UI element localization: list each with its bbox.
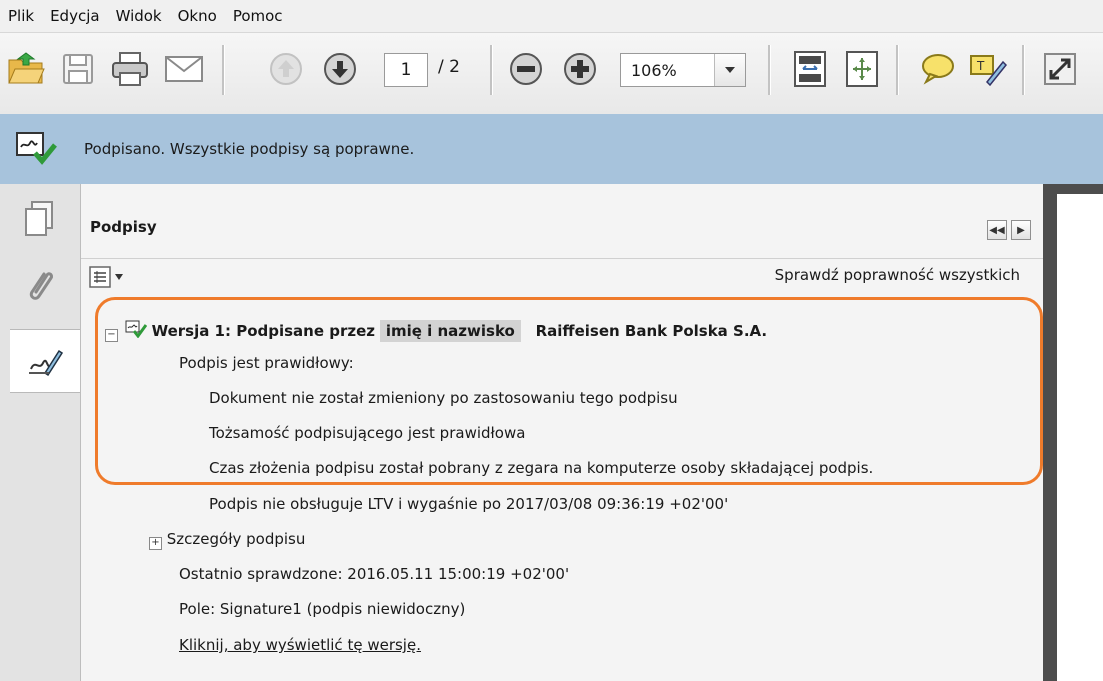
svg-text:T: T: [976, 59, 985, 73]
next-page-icon[interactable]: [318, 47, 362, 91]
expand-toggle[interactable]: +: [149, 537, 162, 550]
page-total: / 2: [438, 57, 460, 77]
menu-bar: Plik Edycja Widok Okno Pomoc: [0, 0, 1103, 32]
panel-collapse-controls: ◀◀ ▶: [987, 220, 1031, 240]
signature-details-row[interactable]: + Szczegóły podpisu: [149, 530, 306, 550]
signer-organization: Raiffeisen Bank Polska S.A.: [535, 322, 768, 340]
print-icon[interactable]: [108, 47, 152, 91]
status-message: Podpisano. Wszystkie podpisy są poprawne…: [84, 140, 415, 158]
signature-field: Pole: Signature1 (podpis niewidoczny): [179, 600, 466, 618]
last-checked: Ostatnio sprawdzone: 2016.05.11 15:00:19…: [179, 565, 570, 583]
menu-view[interactable]: Widok: [108, 7, 170, 25]
zoom-value: 106%: [631, 60, 677, 80]
detail-identity: Tożsamość podpisującego jest prawidłowa: [209, 424, 526, 442]
comment-icon[interactable]: [916, 47, 960, 91]
validity-heading: Podpis jest prawidłowy:: [179, 354, 354, 372]
panel-title: Podpisy: [90, 218, 157, 236]
ltv-note: Podpis nie obsługuje LTV i wygaśnie po 2…: [209, 495, 729, 513]
fit-page-icon[interactable]: [788, 47, 832, 91]
version-label: Wersja 1: Podpisane przez: [151, 322, 376, 340]
save-icon[interactable]: [56, 47, 100, 91]
zoom-out-icon[interactable]: [504, 47, 548, 91]
menu-edit[interactable]: Edycja: [42, 7, 107, 25]
navigation-rail: [0, 184, 81, 681]
panel-options-row: Sprawdź poprawność wszystkich: [81, 258, 1043, 298]
chevron-down-icon[interactable]: [714, 54, 745, 86]
previous-page-icon[interactable]: [264, 47, 308, 91]
verify-all-link[interactable]: Sprawdź poprawność wszystkich: [775, 266, 1020, 284]
menu-help[interactable]: Pomoc: [225, 7, 291, 25]
open-icon[interactable]: [4, 47, 48, 91]
view-version-link[interactable]: Kliknij, aby wyświetlić tę wersję.: [179, 636, 421, 654]
signature-valid-icon: [12, 129, 60, 169]
page-number-input[interactable]: 1: [384, 53, 428, 87]
signatures-panel: Podpisy ◀◀ ▶ Sprawdź poprawność wszystki…: [81, 184, 1043, 681]
detail-timestamp: Czas złożenia podpisu został pobrany z z…: [209, 459, 874, 477]
collapse-left-icon[interactable]: ◀◀: [987, 220, 1007, 240]
signature-version-row[interactable]: − Wersja 1: Podpisane przez imię i nazwi…: [105, 320, 768, 342]
panel-header: Podpisy ◀◀ ▶: [81, 184, 1043, 259]
signature-status-bar: Podpisano. Wszystkie podpisy są poprawne…: [0, 114, 1103, 185]
signature-valid-icon: [125, 320, 147, 339]
toolbar: 1 / 2 106% T: [0, 32, 1103, 116]
attachments-icon[interactable]: [0, 254, 78, 316]
zoom-in-icon[interactable]: [558, 47, 602, 91]
options-menu-button[interactable]: [89, 266, 123, 288]
document-view: [1043, 184, 1103, 681]
signature-details-label: Szczegóły podpisu: [166, 530, 306, 548]
menu-file[interactable]: Plik: [0, 7, 42, 25]
email-icon[interactable]: [162, 47, 206, 91]
detail-unmodified: Dokument nie został zmieniony po zastoso…: [209, 389, 678, 407]
zoom-select[interactable]: 106%: [620, 53, 746, 87]
fit-width-icon[interactable]: [840, 47, 884, 91]
fullscreen-icon[interactable]: [1038, 47, 1082, 91]
highlight-icon[interactable]: T: [966, 47, 1010, 91]
chevron-down-icon: [115, 274, 123, 280]
menu-window[interactable]: Okno: [170, 7, 225, 25]
signature-pen-icon: [29, 349, 63, 377]
signer-name-redacted: imię i nazwisko: [379, 320, 521, 342]
signatures-tab[interactable]: [10, 329, 80, 393]
collapse-toggle[interactable]: −: [105, 329, 118, 342]
expand-right-icon[interactable]: ▶: [1011, 220, 1031, 240]
pages-icon[interactable]: [0, 188, 78, 250]
options-icon: [89, 266, 111, 288]
document-page[interactable]: [1057, 194, 1103, 681]
